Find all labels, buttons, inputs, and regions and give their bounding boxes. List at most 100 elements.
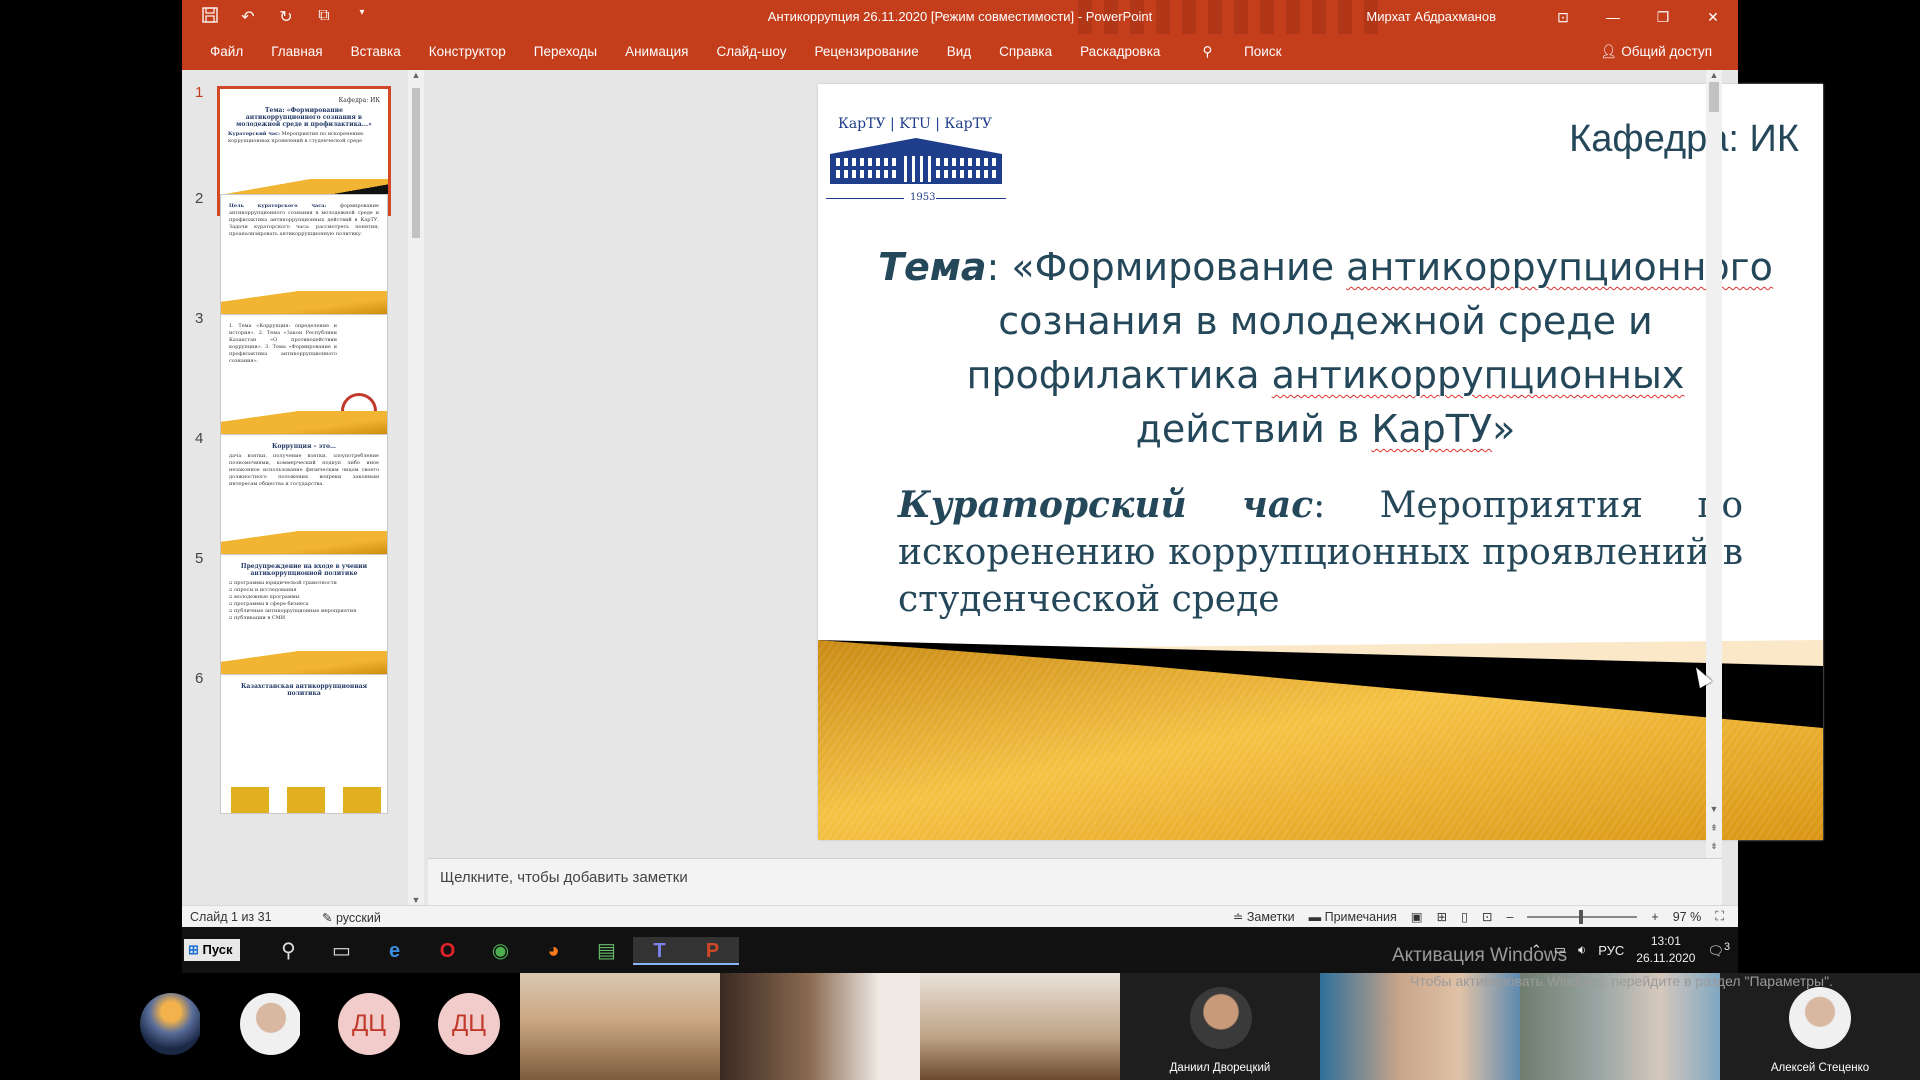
close-icon[interactable]: ✕	[1688, 0, 1738, 34]
chrome-icon[interactable]: ◉	[474, 937, 527, 965]
previous-slide-icon[interactable]: ⇞	[1706, 823, 1722, 834]
notification-count: 3	[1723, 940, 1730, 953]
status-bar: Слайд 1 из 31 ✎ русский ≐ Заметки ▬ Прим…	[182, 905, 1738, 927]
notes-button[interactable]: ≐ Заметки	[1233, 909, 1295, 924]
language-indicator[interactable]: ✎ русский	[322, 910, 381, 925]
window-title: Антикоррупция 26.11.2020 [Режим совмести…	[767, 9, 1153, 24]
search-icon[interactable]: ⚲	[262, 937, 315, 965]
slide-scrollbar[interactable]: ▲ ▼ ⇞ ⇟	[1706, 70, 1722, 858]
zoom-out-icon[interactable]: –	[1506, 910, 1513, 924]
powerpoint-icon[interactable]: P	[686, 937, 739, 965]
tema-label: Тема	[878, 245, 987, 289]
tab-help[interactable]: Справка	[985, 44, 1066, 60]
avatar-initials: ДЦ	[438, 993, 500, 1055]
input-language[interactable]: РУС	[1598, 943, 1624, 958]
participant-tile[interactable]: Даниил Дворецкий	[1120, 973, 1320, 1080]
restore-icon[interactable]: ❐	[1638, 0, 1688, 34]
participant-tile[interactable]: ДЦ	[300, 973, 400, 1080]
zoom-slider-handle[interactable]	[1579, 909, 1584, 924]
participant-tile[interactable]: Алексей Стеценко	[1720, 973, 1920, 1080]
avatar-initials: ДЦ	[338, 993, 400, 1055]
tab-slideshow[interactable]: Слайд-шоу	[702, 44, 800, 60]
thumbnail-number: 5	[195, 550, 204, 567]
clock-time: 13:01	[1650, 934, 1681, 948]
participant-video[interactable]	[920, 973, 1120, 1080]
minimize-icon[interactable]: —	[1588, 0, 1638, 34]
scroll-down-icon[interactable]: ▼	[1706, 804, 1722, 814]
comments-button[interactable]: ▬ Примечания	[1309, 910, 1397, 924]
slide-sorter-icon[interactable]: ⊞	[1437, 909, 1447, 924]
ribbon-display-icon[interactable]: ⊡	[1538, 0, 1588, 34]
start-button[interactable]: ⊞ Пуск	[184, 939, 240, 961]
slide-thumbnail-3[interactable]: 1. Тема «Коррупция: определение и истори…	[220, 314, 388, 438]
volume-icon[interactable]: 🔉︎	[1578, 942, 1586, 958]
reading-view-icon[interactable]: ▯	[1461, 909, 1468, 924]
search-label: Поиск	[1244, 44, 1282, 59]
edge-icon[interactable]: e	[368, 937, 421, 965]
slide-thumbnail-4[interactable]: Коррупция – это… дача взятки, получение в…	[220, 434, 388, 558]
slide-subtitle: Кураторский час: Мероприятия по искорене…	[898, 482, 1743, 623]
opera-icon[interactable]: O	[421, 937, 474, 965]
notes-pane[interactable]: Щелкните, чтобы добавить заметки	[428, 858, 1722, 905]
window-controls: ⊡ — ❐ ✕	[1538, 0, 1738, 34]
tab-transitions[interactable]: Переходы	[520, 44, 611, 60]
teams-icon[interactable]: T	[633, 937, 686, 965]
scroll-up-icon[interactable]: ▲	[1706, 70, 1722, 80]
scroll-up-icon[interactable]: ▲	[408, 70, 424, 80]
media-app-icon[interactable]: ▤	[580, 937, 633, 965]
taskbar-apps: ⚲ ▭ e O ◉ ◕ ▤ T P	[262, 937, 739, 965]
participant-video[interactable]	[1320, 973, 1520, 1080]
slide-thumbnail-6[interactable]: Казахстанская антикоррупционная политика	[220, 674, 388, 814]
tab-file[interactable]: Файл	[196, 44, 257, 60]
slide-decorative-band	[818, 640, 1823, 840]
notifications-icon[interactable]: 🗨︎3	[1707, 941, 1730, 959]
scroll-thumb[interactable]	[1709, 82, 1719, 112]
thumbnail-text: дача взятки, получение взятки, злоупотре…	[229, 453, 379, 487]
scroll-thumb[interactable]	[412, 88, 420, 238]
fit-slide-icon[interactable]: ⛶	[1715, 909, 1724, 924]
language-label: русский	[335, 911, 381, 925]
thumbnail-heading: Предупреждение на входе в учении антикор…	[240, 563, 368, 577]
thumbnail-number: 1	[195, 84, 204, 101]
tab-home[interactable]: Главная	[257, 44, 336, 60]
pillars-image	[231, 787, 381, 813]
current-slide[interactable]: КарТУ | KTU | КарТУ 1953 Кафедра: ИК Тем…	[818, 84, 1823, 840]
tab-review[interactable]: Рецензирование	[800, 44, 932, 60]
thumbnail-number: 4	[195, 430, 204, 447]
tab-view[interactable]: Вид	[933, 44, 985, 60]
tema-text: : «Формирование	[986, 245, 1347, 289]
firefox-icon[interactable]: ◕	[527, 937, 580, 965]
zoom-level[interactable]: 97 %	[1673, 910, 1702, 924]
participant-tile[interactable]: ДЦ	[400, 973, 500, 1080]
slide-thumbnail-2[interactable]: Цель кураторского часа: формирование ант…	[220, 194, 388, 318]
notes-label: Заметки	[1246, 910, 1295, 924]
task-view-icon[interactable]: ▭	[315, 937, 368, 965]
participant-tile[interactable]	[100, 973, 200, 1080]
zoom-in-icon[interactable]: +	[1651, 910, 1658, 924]
spellcheck-icon: ✎	[322, 911, 336, 925]
slideshow-view-icon[interactable]: ⊡	[1482, 909, 1492, 924]
tab-animations[interactable]: Анимация	[611, 44, 702, 60]
participant-video[interactable]	[520, 973, 720, 1080]
notes-placeholder[interactable]: Щелкните, чтобы добавить заметки	[440, 869, 688, 886]
spellcheck-word: КарТУ	[1371, 407, 1493, 451]
tab-storyboard[interactable]: Раскадровка	[1066, 44, 1174, 60]
account-name[interactable]: Мирхат Абдрахманов	[1366, 9, 1496, 24]
logo-text: КарТУ | KTU | КарТУ	[838, 116, 993, 132]
participant-video[interactable]	[1520, 973, 1720, 1080]
zoom-slider[interactable]	[1527, 909, 1638, 924]
scroll-down-icon[interactable]: ▼	[408, 895, 424, 905]
share-button[interactable]: 👤︎ Общий доступ	[1600, 44, 1712, 60]
participant-tile[interactable]	[200, 973, 300, 1080]
tab-insert[interactable]: Вставка	[337, 44, 415, 60]
avatar	[1190, 987, 1252, 1049]
slide-thumbnail-5[interactable]: Предупреждение на входе в учении антикор…	[220, 554, 388, 678]
thumbnails-scrollbar[interactable]: ▲ ▼	[408, 70, 424, 905]
clock[interactable]: 13:01 26.11.2020	[1636, 933, 1695, 967]
thumbnail-kafedra: Кафедра: ИК	[338, 97, 380, 104]
normal-view-icon[interactable]: ▣	[1411, 909, 1423, 924]
participant-video[interactable]	[720, 973, 920, 1080]
tab-search[interactable]: ⚲ Поиск	[1174, 44, 1309, 60]
tab-design[interactable]: Конструктор	[415, 44, 520, 60]
next-slide-icon[interactable]: ⇟	[1706, 841, 1722, 852]
